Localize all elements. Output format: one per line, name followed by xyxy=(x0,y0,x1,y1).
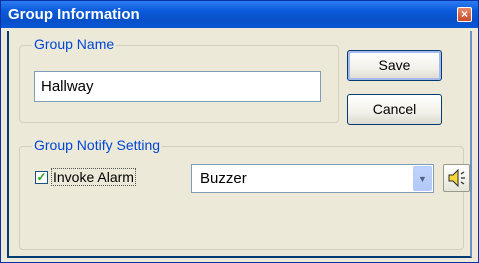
group-notify-setting-legend: Group Notify Setting xyxy=(32,137,163,153)
checkmark-icon: ✓ xyxy=(36,170,47,184)
cancel-button[interactable]: Cancel xyxy=(347,94,442,125)
group-name-input[interactable]: Hallway xyxy=(34,71,321,102)
window-title: Group Information xyxy=(8,6,140,23)
close-button[interactable]: × xyxy=(457,7,472,22)
group-name-legend: Group Name xyxy=(32,36,117,52)
group-information-dialog: Group Information × Group Name Hallway S… xyxy=(0,0,479,263)
chevron-down-icon[interactable]: ▼ xyxy=(413,166,432,191)
title-bar[interactable]: Group Information × xyxy=(1,1,478,28)
play-sound-button[interactable] xyxy=(443,164,470,192)
invoke-alarm-label[interactable]: Invoke Alarm xyxy=(51,168,136,186)
group-notify-setting-box: Group Notify Setting xyxy=(19,137,464,250)
invoke-alarm-checkbox[interactable]: ✓ xyxy=(35,171,48,184)
alarm-sound-select[interactable]: Buzzer ▼ xyxy=(191,164,434,193)
save-button[interactable]: Save xyxy=(347,50,442,81)
close-icon: × xyxy=(460,7,468,21)
alarm-sound-value: Buzzer xyxy=(200,170,247,187)
speaker-icon xyxy=(448,168,465,188)
